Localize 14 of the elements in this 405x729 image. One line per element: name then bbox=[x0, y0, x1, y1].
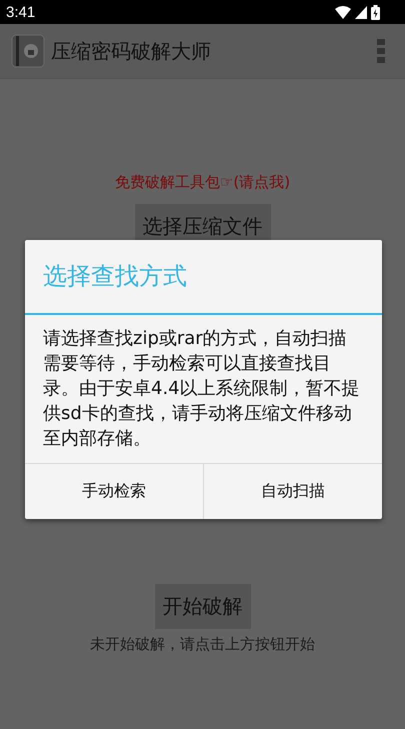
wifi-icon bbox=[335, 6, 351, 18]
promo-link[interactable]: 免费破解工具包☞(请点我) bbox=[114, 173, 290, 192]
overflow-menu-icon[interactable] bbox=[377, 39, 385, 63]
dialog-message: 请选择查找zip或rar的方式，自动扫描需要等待，手动检索可以直接查找目录。由于安卓4.4以上系统限制，暂不提供sd卡的查找，请手动将压缩文件移动至内部存储。 bbox=[42, 327, 361, 451]
dialog-button[interactable]: 自动扫描 bbox=[203, 464, 382, 519]
status-text: 未开始破解，请点击上方按钮开始 bbox=[90, 635, 315, 654]
app-icon bbox=[11, 34, 45, 68]
dialog-button[interactable]: 手动检索 bbox=[25, 464, 203, 519]
battery-icon bbox=[371, 4, 380, 20]
signal-icon bbox=[355, 6, 367, 18]
app-title: 压缩密码破解大师 bbox=[51, 38, 212, 64]
start-button[interactable]: 开始破解 bbox=[154, 584, 250, 629]
clock: 3:41 bbox=[6, 4, 36, 20]
dialog-title: 选择查找方式 bbox=[25, 240, 382, 315]
